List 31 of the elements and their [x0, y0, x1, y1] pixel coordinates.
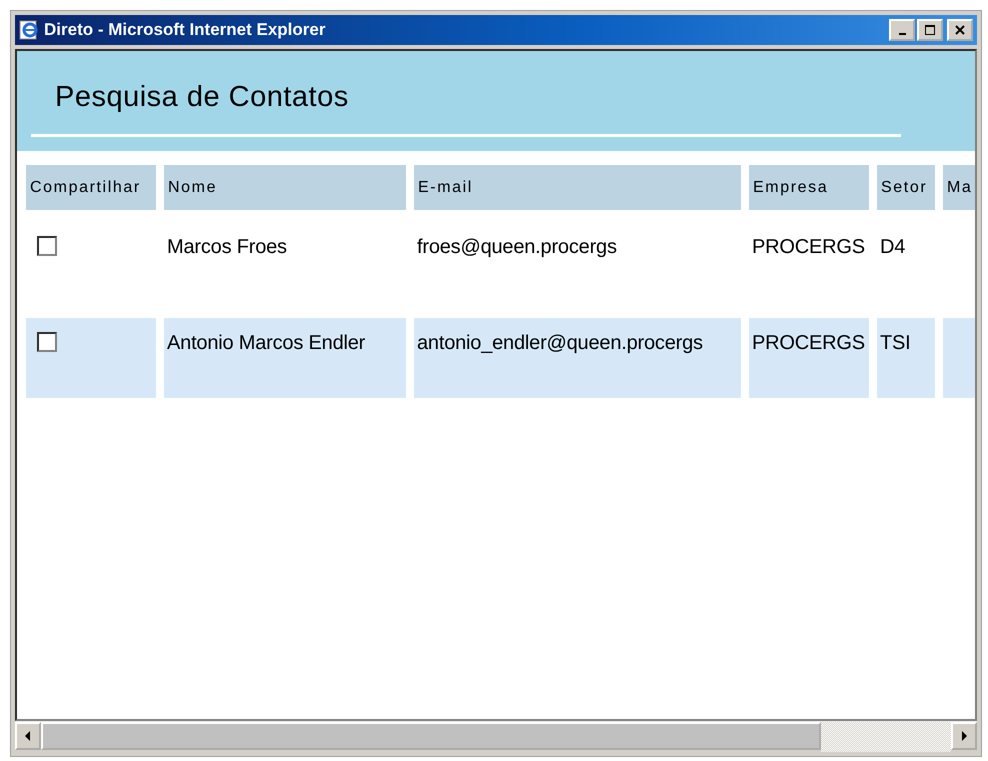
- window-title: Direto - Microsoft Internet Explorer: [44, 20, 326, 40]
- minimize-button[interactable]: [889, 19, 915, 41]
- close-button[interactable]: [947, 19, 973, 41]
- maximize-button[interactable]: [917, 19, 943, 41]
- column-header: E-mail: [414, 165, 741, 210]
- table-cell-text: PROCERGS: [751, 235, 866, 260]
- table-cell-text: Marcos Froes: [166, 235, 288, 260]
- column-header: Compartilhar: [26, 165, 156, 210]
- horizontal-scrollbar[interactable]: [15, 721, 977, 752]
- table-cell-text: froes@queen.procergs: [416, 235, 618, 260]
- scroll-right-button[interactable]: [951, 722, 977, 750]
- right-arrow-icon: [960, 730, 968, 742]
- scroll-left-button[interactable]: [15, 722, 41, 750]
- close-icon: [954, 24, 966, 36]
- checkbox[interactable]: [37, 236, 57, 256]
- minimize-icon: [898, 33, 906, 35]
- maximize-icon: [924, 24, 936, 36]
- column-header: Empresa: [749, 165, 869, 210]
- column-header: Nome: [164, 165, 406, 210]
- browser-logo-icon: [19, 20, 39, 40]
- table-cell-text: D4: [879, 235, 906, 260]
- table-cell: PROCERGS: [749, 318, 869, 398]
- checkbox[interactable]: [37, 332, 57, 352]
- table-cell: Antonio Marcos Endler: [164, 318, 406, 398]
- column-header: Setor: [877, 165, 935, 210]
- left-arrow-icon: [24, 730, 32, 742]
- page-heading: Pesquisa de Contatos: [55, 81, 350, 114]
- column-header: Ma: [943, 165, 975, 210]
- scrollbar-thumb[interactable]: [41, 722, 821, 750]
- table-cell: antonio_endler@queen.procergs: [414, 318, 741, 398]
- table-cell: TSI: [877, 318, 935, 398]
